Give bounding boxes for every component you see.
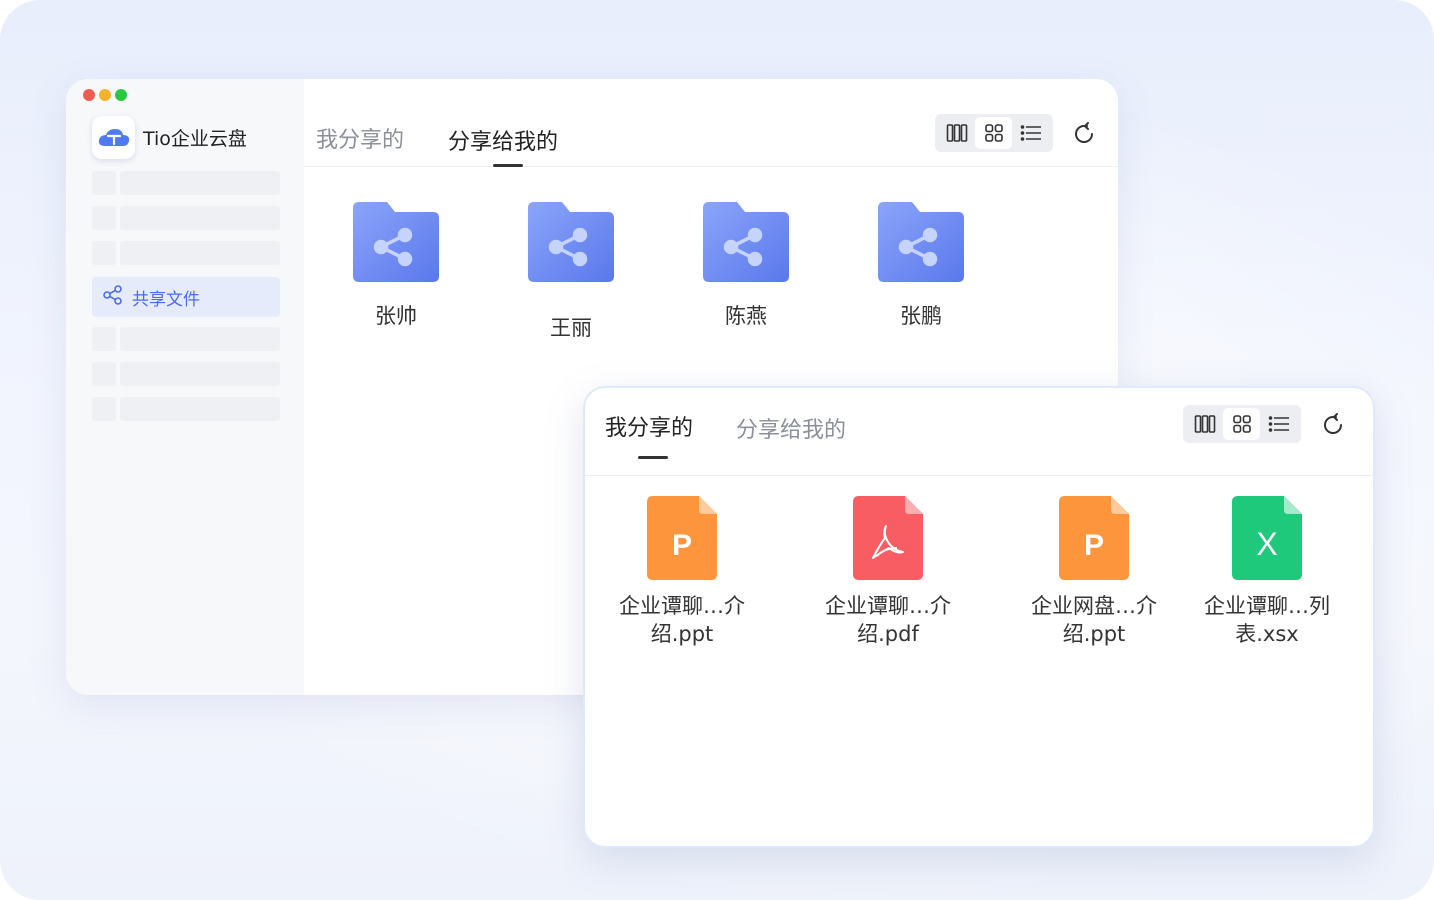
grid-view-icon bbox=[1232, 415, 1251, 433]
grid-view-button[interactable] bbox=[1223, 408, 1260, 440]
refresh-button[interactable] bbox=[1069, 119, 1099, 149]
tab-bar: 我分享的 分享给我的 bbox=[304, 79, 1118, 167]
svg-text:X: X bbox=[1256, 526, 1277, 562]
folder-item[interactable]: 王丽 bbox=[501, 202, 641, 342]
tab-shared-with-me[interactable]: 分享给我的 bbox=[736, 412, 846, 444]
column-view-button[interactable] bbox=[1186, 408, 1223, 440]
brand: Tio企业云盘 bbox=[92, 116, 247, 159]
grid-view-icon bbox=[984, 124, 1003, 142]
folder-name: 张鹏 bbox=[900, 304, 942, 328]
pdf-file-icon bbox=[853, 496, 923, 580]
file-name: 企业谭聊…列 表.xsx bbox=[1204, 594, 1330, 646]
folder-item[interactable]: 张帅 bbox=[326, 202, 466, 330]
sidebar-item-shared-files[interactable]: 共享文件 bbox=[92, 277, 280, 317]
sidebar: Tio企业云盘 共享文件 bbox=[66, 79, 304, 695]
active-tab-indicator bbox=[638, 456, 668, 459]
folder-item[interactable]: 陈燕 bbox=[676, 202, 816, 330]
list-view-button[interactable] bbox=[1012, 117, 1049, 149]
cloud-logo-icon bbox=[92, 116, 135, 159]
list-view-icon bbox=[1268, 416, 1289, 432]
maximize-window-button[interactable] bbox=[115, 89, 127, 101]
file-item[interactable]: P 企业网盘…介 绍.ppt bbox=[1004, 496, 1184, 648]
svg-text:P: P bbox=[1084, 529, 1104, 562]
sidebar-item-placeholder[interactable] bbox=[92, 327, 280, 351]
shared-files-window: 我分享的 分享给我的 P 企业谭聊…介 绍.ppt 企业谭聊…介 绍.pdf P… bbox=[583, 386, 1375, 848]
tab-shared-with-me[interactable]: 分享给我的 bbox=[448, 124, 558, 156]
folder-name: 张帅 bbox=[375, 304, 417, 328]
shared-folder-icon bbox=[353, 202, 439, 282]
active-tab-indicator bbox=[493, 164, 523, 167]
column-view-icon bbox=[946, 124, 967, 142]
ppt-file-icon: P bbox=[1059, 496, 1129, 580]
shared-folder-icon bbox=[703, 202, 789, 282]
ppt-file-icon: P bbox=[647, 496, 717, 580]
sidebar-item-label: 共享文件 bbox=[132, 289, 200, 310]
file-name: 企业网盘…介 绍.ppt bbox=[1031, 594, 1157, 646]
shared-folder-icon bbox=[528, 202, 614, 282]
app-name: Tio企业云盘 bbox=[143, 128, 247, 150]
list-view-button[interactable] bbox=[1260, 408, 1297, 440]
sidebar-item-placeholder[interactable] bbox=[92, 171, 280, 195]
file-item[interactable]: 企业谭聊…介 绍.pdf bbox=[798, 496, 978, 648]
sidebar-item-placeholder[interactable] bbox=[92, 362, 280, 386]
refresh-icon bbox=[1324, 413, 1342, 434]
file-item[interactable]: X 企业谭聊…列 表.xsx bbox=[1177, 496, 1357, 648]
view-mode-switch bbox=[935, 114, 1053, 152]
refresh-icon bbox=[1075, 122, 1093, 143]
svg-text:P: P bbox=[672, 529, 692, 562]
folder-name: 王丽 bbox=[550, 316, 592, 340]
minimize-window-button[interactable] bbox=[99, 89, 111, 101]
close-window-button[interactable] bbox=[83, 89, 95, 101]
tab-my-shares[interactable]: 我分享的 bbox=[605, 410, 693, 442]
tab-bar: 我分享的 分享给我的 bbox=[585, 388, 1373, 476]
file-name: 企业谭聊…介 绍.ppt bbox=[619, 594, 745, 646]
sidebar-item-placeholder[interactable] bbox=[92, 206, 280, 230]
sidebar-item-placeholder[interactable] bbox=[92, 241, 280, 265]
folder-item[interactable]: 张鹏 bbox=[851, 202, 991, 330]
column-view-icon bbox=[1194, 415, 1215, 433]
grid-view-button[interactable] bbox=[975, 117, 1012, 149]
file-name: 企业谭聊…介 绍.pdf bbox=[825, 594, 951, 646]
shared-folder-icon bbox=[878, 202, 964, 282]
file-item[interactable]: P 企业谭聊…介 绍.ppt bbox=[592, 496, 772, 648]
tab-my-shares[interactable]: 我分享的 bbox=[316, 122, 404, 154]
refresh-button[interactable] bbox=[1318, 410, 1348, 440]
folder-name: 陈燕 bbox=[725, 304, 767, 328]
column-view-button[interactable] bbox=[938, 117, 975, 149]
sidebar-item-placeholder[interactable] bbox=[92, 397, 280, 421]
excel-file-icon: X bbox=[1232, 496, 1302, 580]
window-controls bbox=[83, 89, 127, 101]
share-icon bbox=[102, 284, 124, 311]
view-mode-switch bbox=[1183, 405, 1301, 443]
list-view-icon bbox=[1020, 125, 1041, 141]
